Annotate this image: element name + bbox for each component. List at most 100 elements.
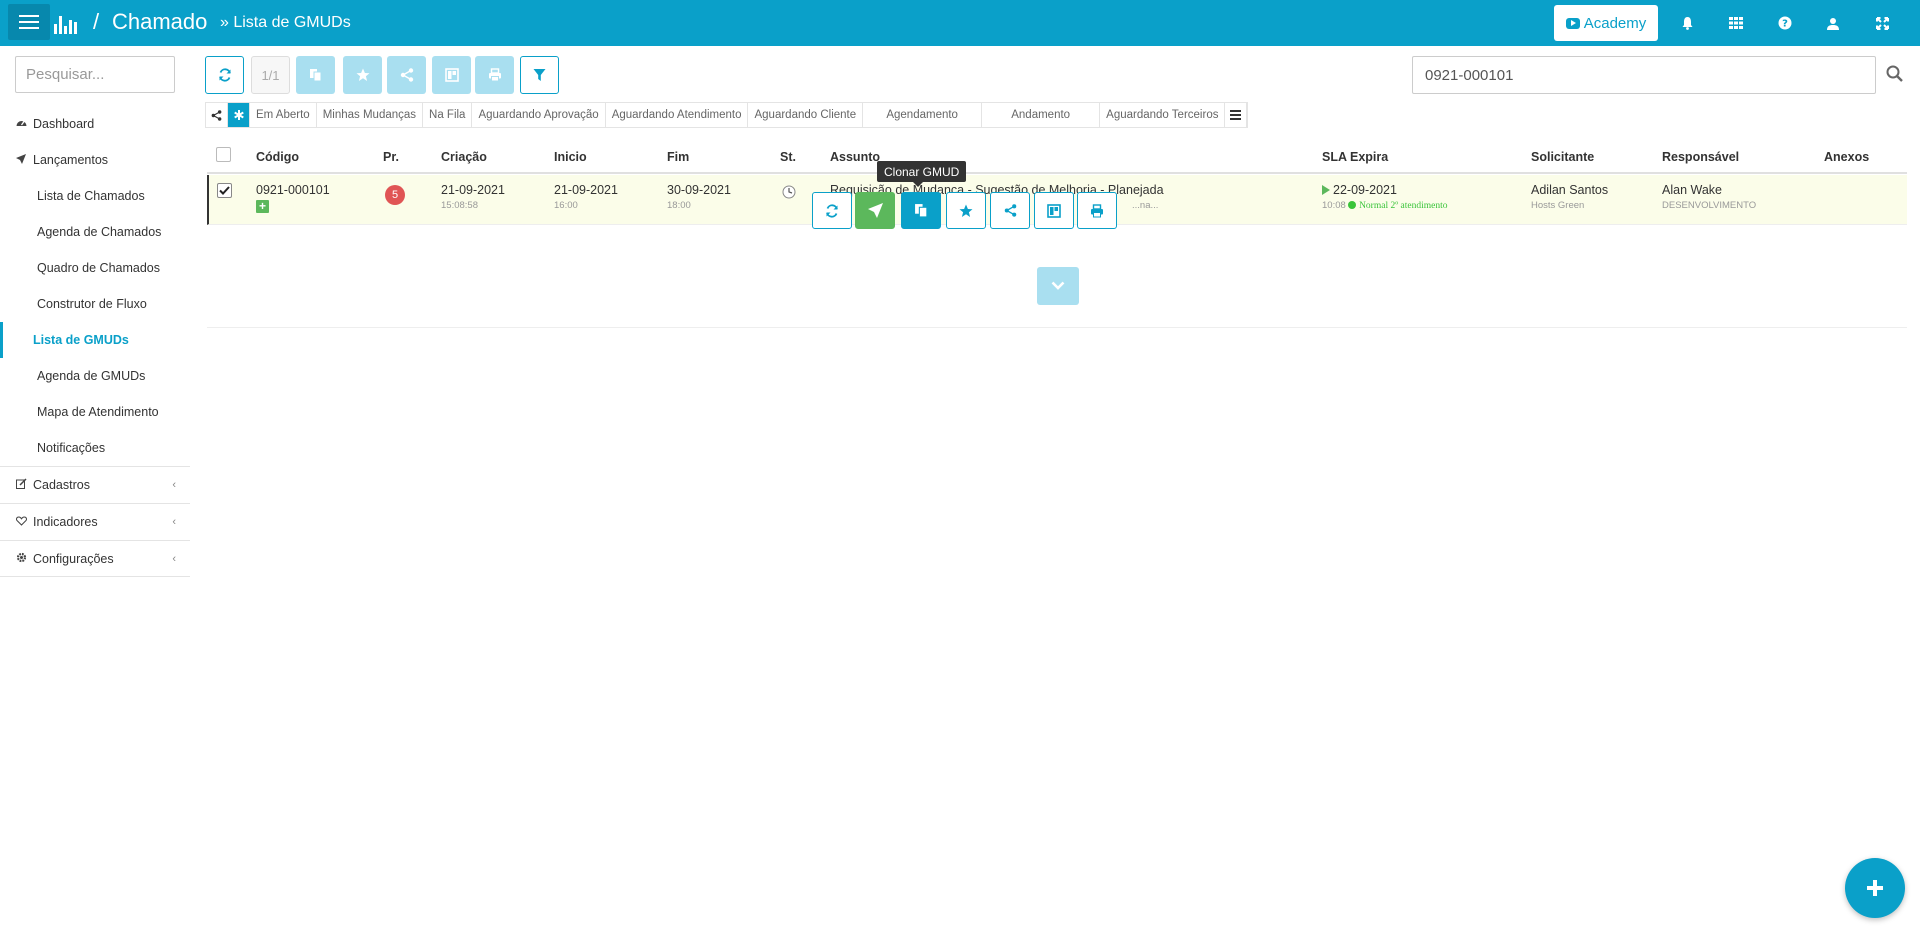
- tab-agendamento[interactable]: Agendamento: [863, 103, 983, 127]
- sidebar-item-construtor-fluxo[interactable]: Construtor de Fluxo: [0, 286, 190, 322]
- chevron-left-icon: ‹: [172, 479, 176, 491]
- status-dot-icon: [1348, 201, 1357, 209]
- bell-icon[interactable]: [1676, 12, 1698, 34]
- print-button[interactable]: [475, 56, 514, 94]
- sidebar-item-lista-gmuds[interactable]: Lista de GMUDs: [0, 322, 190, 358]
- row-favorite-button[interactable]: [946, 192, 986, 229]
- sidebar-search-input[interactable]: [15, 56, 175, 93]
- row-clone-button[interactable]: [901, 192, 941, 229]
- add-gmud-button[interactable]: [1845, 858, 1905, 918]
- fim-data: 30-09-2021: [667, 183, 731, 197]
- play-icon: [1322, 185, 1330, 195]
- solicitante-name: Adilan Santos: [1531, 183, 1609, 197]
- user-icon[interactable]: [1822, 12, 1844, 34]
- row-send-button[interactable]: [855, 192, 895, 229]
- chevron-left-icon: ‹: [172, 552, 176, 565]
- header-codigo[interactable]: Código: [256, 150, 299, 164]
- paper-plane-icon: [16, 153, 30, 167]
- header-fim[interactable]: Fim: [667, 150, 689, 164]
- sidebar-item-agenda-gmuds[interactable]: Agenda de GMUDs: [0, 358, 190, 394]
- sidebar-item-dashboard[interactable]: Dashboard: [0, 106, 190, 142]
- header-criacao[interactable]: Criação: [441, 150, 487, 164]
- edit-icon: [16, 478, 30, 492]
- chevron-down-icon: [1051, 281, 1065, 290]
- code-search-input[interactable]: [1412, 56, 1876, 94]
- cell-responsavel: Alan Wake DESENVOLVIMENTO: [1662, 183, 1756, 211]
- row-refresh-button[interactable]: [812, 192, 852, 229]
- sidebar-item-label: Notificações: [37, 441, 106, 455]
- logo-icon: [54, 16, 77, 34]
- select-all-checkbox[interactable]: [216, 147, 231, 162]
- status-clock-icon: [782, 185, 796, 202]
- grid-icon[interactable]: [1725, 12, 1747, 34]
- row-share-button[interactable]: [990, 192, 1030, 229]
- header-inicio[interactable]: Inicio: [554, 150, 587, 164]
- sidebar-item-label: Mapa de Atendimento: [37, 405, 159, 419]
- sidebar-item-quadro-chamados[interactable]: Quadro de Chamados: [0, 250, 190, 286]
- board-button[interactable]: [432, 56, 471, 94]
- content-divider: [207, 327, 1907, 328]
- ticket-code[interactable]: 0921-000101: [256, 183, 330, 197]
- menu-toggle-button[interactable]: [8, 4, 50, 40]
- sidebar-item-label: Lista de GMUDs: [33, 333, 129, 347]
- table-header: Código Pr. Criação Inicio Fim St. Assunt…: [207, 146, 1907, 174]
- cell-fim: 30-09-2021 18:00: [667, 183, 731, 211]
- tab-minhas-mudancas[interactable]: Minhas Mudanças: [317, 103, 424, 127]
- sidebar-item-label: Cadastros: [33, 478, 90, 492]
- header-status[interactable]: St.: [780, 150, 796, 164]
- dashboard-icon: [16, 118, 30, 131]
- svg-text:?: ?: [1782, 19, 1788, 30]
- filter-button[interactable]: [520, 56, 559, 94]
- sidebar-item-lista-chamados[interactable]: Lista de Chamados: [0, 178, 190, 214]
- header-assunto[interactable]: Assunto: [830, 150, 880, 164]
- academy-button[interactable]: Academy: [1554, 5, 1658, 41]
- tab-aguardando-terceiros[interactable]: Aguardando Terceiros: [1100, 103, 1226, 127]
- sidebar-item-cadastros[interactable]: Cadastros ‹: [0, 466, 190, 503]
- tab-na-fila[interactable]: Na Fila: [423, 103, 473, 127]
- tab-em-aberto[interactable]: Em Aberto: [250, 103, 317, 127]
- share-button[interactable]: [387, 56, 426, 94]
- search-icon[interactable]: [1885, 64, 1905, 84]
- expand-icon[interactable]: [1871, 12, 1893, 34]
- sidebar-item-label: Dashboard: [33, 117, 95, 131]
- clone-button[interactable]: [296, 56, 335, 94]
- favorite-button[interactable]: [343, 56, 382, 94]
- refresh-icon: [826, 203, 838, 218]
- cell-sla: 22-09-2021 10:08 Normal 2º atendimento: [1322, 183, 1448, 211]
- tab-aguardando-cliente[interactable]: Aguardando Cliente: [748, 103, 864, 127]
- sidebar-item-configuracoes[interactable]: Configurações ‹: [0, 540, 190, 577]
- refresh-icon: [218, 68, 231, 82]
- brand-separator: /: [93, 9, 100, 34]
- sidebar-item-indicadores[interactable]: Indicadores ‹: [0, 503, 190, 540]
- tab-aguardando-atendimento[interactable]: Aguardando Atendimento: [606, 103, 749, 127]
- expand-plus-icon[interactable]: +: [256, 200, 269, 213]
- tab-aguardando-aprovacao[interactable]: Aguardando Aprovação: [472, 103, 606, 127]
- header-prioridade[interactable]: Pr.: [383, 150, 399, 164]
- header-responsavel[interactable]: Responsável: [1662, 150, 1739, 164]
- copy-icon: [914, 204, 927, 218]
- share-icon: [400, 68, 413, 82]
- row-checkbox[interactable]: [217, 183, 232, 198]
- tab-all[interactable]: [228, 103, 250, 127]
- row-print-button[interactable]: [1077, 192, 1117, 229]
- check-icon: [219, 186, 230, 195]
- header-sla[interactable]: SLA Expira: [1322, 150, 1388, 164]
- app-name[interactable]: Chamado: [112, 9, 207, 35]
- load-more-button[interactable]: [1037, 267, 1079, 305]
- sidebar-item-agenda-chamados[interactable]: Agenda de Chamados: [0, 214, 190, 250]
- tab-menu[interactable]: [1225, 103, 1248, 127]
- tab-share[interactable]: [206, 103, 228, 127]
- header-anexos[interactable]: Anexos: [1824, 150, 1869, 164]
- sidebar-item-notificacoes[interactable]: Notificações: [0, 430, 190, 466]
- sidebar-item-mapa-atendimento[interactable]: Mapa de Atendimento: [0, 394, 190, 430]
- refresh-button[interactable]: [205, 56, 244, 94]
- star-icon: [356, 68, 369, 81]
- question-icon[interactable]: ?: [1774, 12, 1796, 34]
- youtube-icon: [1565, 17, 1580, 29]
- tab-andamento[interactable]: Andamento: [982, 103, 1101, 127]
- gear-icon: [16, 552, 30, 566]
- row-board-button[interactable]: [1034, 192, 1074, 229]
- header-solicitante[interactable]: Solicitante: [1531, 150, 1594, 164]
- sidebar-item-lancamentos[interactable]: Lançamentos: [0, 142, 190, 178]
- responsavel-name: Alan Wake: [1662, 183, 1722, 197]
